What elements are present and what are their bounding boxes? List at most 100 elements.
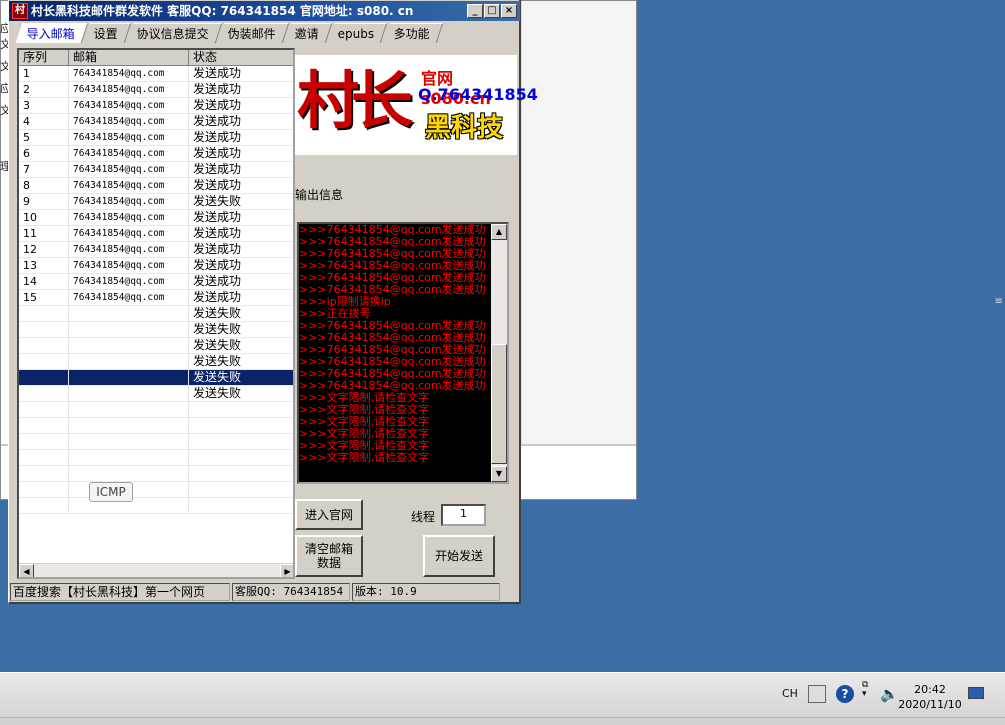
status-version: 版本: 10.9 [352, 583, 500, 601]
row-status: 发送成功 [193, 258, 242, 272]
output-console[interactable]: >>>764341854@qq.com发送成功 >>>764341854@qq.c… [297, 222, 509, 484]
table-row[interactable]: 12 764341854@qq.com 发送成功 [19, 242, 293, 258]
volume-icon[interactable]: 🔈 [880, 685, 899, 703]
row-email [69, 354, 189, 370]
threads-label: 线程 [411, 510, 436, 524]
maximize-icon[interactable]: □ [484, 4, 500, 18]
tab-bar: 导入邮箱 设置 协议信息提交 伪装邮件 邀请 epubs 多功能 [15, 23, 443, 44]
scroll-thumb[interactable] [491, 344, 507, 464]
row-email: 764341854@qq.com [69, 178, 189, 194]
row-index: 8 [19, 178, 69, 194]
row-index: 5 [19, 130, 69, 146]
mail-sender-window: 村 村长黑科技邮件群发软件 客服QQ: 764341854 官网地址: s080… [8, 0, 538, 604]
console-line: >>>764341854@qq.com发送成功 [299, 344, 486, 356]
threads-input[interactable]: 1 [441, 504, 486, 526]
tab-disguise-mail[interactable]: 伪装邮件 [217, 23, 290, 43]
tab-invite[interactable]: 邀请 [284, 23, 333, 43]
scroll-up-icon[interactable]: ▲ [491, 224, 507, 240]
console-line: >>>764341854@qq.com发送成功 [299, 356, 486, 368]
row-status: 发送失败 [193, 338, 242, 352]
row-status: 发送成功 [193, 210, 242, 224]
console-line: >>>文字限制,请检查文字 [299, 428, 430, 440]
table-row[interactable]: 发送失败 [19, 306, 293, 322]
row-index: 13 [19, 258, 69, 274]
row-index [19, 338, 69, 354]
column-header-email[interactable]: 邮箱 [69, 50, 189, 66]
console-scrollbar[interactable]: ▲ ▼ [491, 224, 507, 482]
table-row[interactable]: 2 764341854@qq.com 发送成功 [19, 82, 293, 98]
row-index [19, 386, 69, 402]
table-row[interactable]: 15 764341854@qq.com 发送成功 [19, 290, 293, 306]
table-row[interactable]: 3 764341854@qq.com 发送成功 [19, 98, 293, 114]
scroll-down-icon[interactable]: ▼ [491, 466, 507, 482]
column-header-index[interactable]: 序列 [19, 50, 69, 66]
left-edge-glyph: 文 [0, 60, 8, 73]
console-line: >>>764341854@qq.com发送成功 [299, 284, 486, 296]
table-row[interactable]: 发送失败 [19, 322, 293, 338]
list-header: 序列 邮箱 状态 [19, 50, 293, 66]
taskbar: CH ? ⧉ ▾ 🔈 20:42 2020/11/10 [0, 672, 1005, 725]
table-row[interactable]: 发送失败 [19, 386, 293, 402]
official-site-button[interactable]: 进入官网 [295, 499, 363, 530]
table-row[interactable]: 1 764341854@qq.com 发送成功 [19, 66, 293, 82]
table-row[interactable]: 7 764341854@qq.com 发送成功 [19, 162, 293, 178]
table-row[interactable]: 13 764341854@qq.com 发送成功 [19, 258, 293, 274]
row-status: 发送成功 [193, 66, 242, 80]
tray-options-icon[interactable]: ⧉ ▾ [862, 681, 868, 699]
console-line: >>>文字限制,请检查文字 [299, 416, 430, 428]
row-email [69, 338, 189, 354]
tab-protocol-submit[interactable]: 协议信息提交 [126, 23, 223, 43]
empty-row [19, 402, 293, 418]
row-email [69, 370, 189, 386]
table-row[interactable]: 11 764341854@qq.com 发送成功 [19, 226, 293, 242]
table-row[interactable]: 6 764341854@qq.com 发送成功 [19, 146, 293, 162]
table-row[interactable]: 发送失败 [19, 338, 293, 354]
network-icon[interactable] [968, 687, 984, 699]
row-email [69, 322, 189, 338]
table-row[interactable]: 14 764341854@qq.com 发送成功 [19, 274, 293, 290]
tab-settings[interactable]: 设置 [83, 23, 132, 43]
mailbox-list[interactable]: 序列 邮箱 状态 1 764341854@qq.com 发送成功 2 764341854… [17, 48, 295, 579]
console-lines: >>>764341854@qq.com发送成功 >>>764341854@qq.c… [299, 224, 495, 464]
tab-epubs[interactable]: epubs [327, 23, 388, 43]
console-line: >>>764341854@qq.com发送成功 [299, 320, 486, 332]
tab-multi-function[interactable]: 多功能 [383, 23, 443, 43]
row-email: 764341854@qq.com [69, 242, 189, 258]
console-line: >>>764341854@qq.com发送成功 [299, 332, 486, 344]
close-icon[interactable]: × [501, 4, 517, 18]
row-email: 764341854@qq.com [69, 114, 189, 130]
row-status: 发送成功 [193, 114, 242, 128]
tab-import-mailbox[interactable]: 导入邮箱 [15, 23, 89, 43]
table-row[interactable]: 5 764341854@qq.com 发送成功 [19, 130, 293, 146]
table-row[interactable]: 8 764341854@qq.com 发送成功 [19, 178, 293, 194]
row-status: 发送成功 [193, 82, 242, 96]
status-qq: 客服QQ: 764341854 [232, 583, 350, 601]
table-row[interactable]: 9 764341854@qq.com 发送失败 [19, 194, 293, 210]
horizontal-scrollbar[interactable]: ◀ ▶ [19, 563, 293, 577]
title-bar[interactable]: 村 村长黑科技邮件群发软件 客服QQ: 764341854 官网地址: s080… [9, 1, 520, 21]
clear-mailbox-button[interactable]: 清空邮箱数据 [295, 535, 363, 577]
table-row[interactable]: 10 764341854@qq.com 发送成功 [19, 210, 293, 226]
console-line: >>>764341854@qq.com发送成功 [299, 260, 486, 272]
row-email: 764341854@qq.com [69, 82, 189, 98]
table-row[interactable]: 4 764341854@qq.com 发送成功 [19, 114, 293, 130]
table-row[interactable]: 发送失败 [19, 370, 293, 386]
console-line: >>>764341854@qq.com发送成功 [299, 368, 486, 380]
language-indicator[interactable]: CH [782, 687, 798, 700]
clock[interactable]: 20:42 2020/11/10 [898, 682, 962, 712]
row-status: 发送失败 [193, 306, 242, 320]
table-row[interactable]: 发送失败 [19, 354, 293, 370]
help-icon[interactable]: ? [836, 685, 854, 703]
row-index [19, 306, 69, 322]
empty-row [19, 498, 293, 514]
keyboard-icon[interactable] [808, 685, 826, 703]
scroll-left-icon[interactable]: ◀ [19, 564, 34, 577]
console-line: >>>文字限制,请检查文字 [299, 440, 430, 452]
scroll-right-icon[interactable]: ▶ [280, 564, 293, 577]
row-index: 3 [19, 98, 69, 114]
column-header-status[interactable]: 状态 [189, 50, 293, 66]
start-send-button[interactable]: 开始发送 [423, 535, 495, 577]
row-status: 发送成功 [193, 146, 242, 160]
console-line: >>>764341854@qq.com发送成功 [299, 272, 486, 284]
minimize-icon[interactable]: _ [467, 4, 483, 18]
